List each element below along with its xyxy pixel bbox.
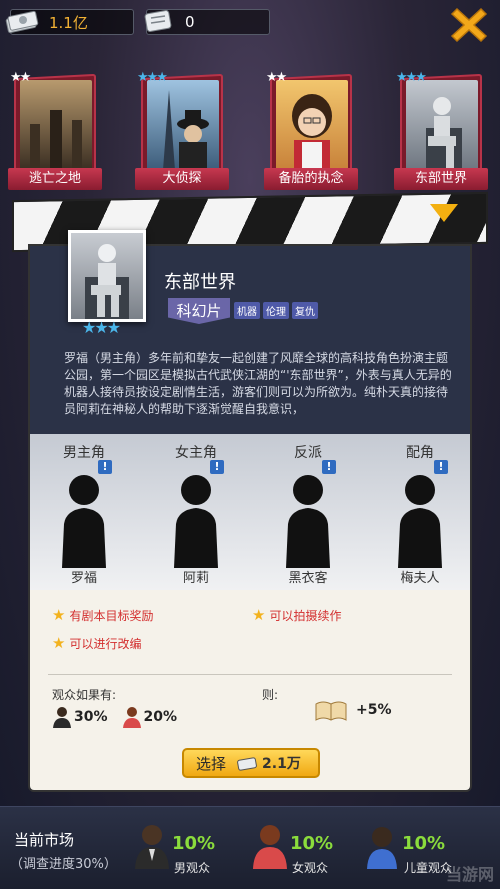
money-stack-icon (5, 10, 39, 34)
segment-label: 儿童观众 (404, 861, 453, 875)
film-card-4[interactable]: ★★★ 东部世界 (392, 66, 490, 194)
silhouette-icon (62, 475, 106, 568)
star-icon: ★ (52, 606, 66, 624)
market-title: 当前市场 (14, 831, 75, 849)
silhouette-icon (398, 475, 442, 568)
selected-film-stars: ★★★ (82, 318, 121, 337)
role-label: 男主角 (63, 445, 105, 461)
role-character-name: 阿莉 (182, 571, 209, 586)
select-button[interactable]: 选择 2.1万 (182, 748, 320, 778)
segment-label: 男观众 (174, 861, 211, 875)
role-label: 反派 (294, 445, 322, 461)
top-bar: 1.1亿 0 (0, 0, 500, 46)
role-slot-villain[interactable]: 反派 ! 黑衣客 (258, 434, 358, 590)
role-slot-lead-male[interactable]: 男主角 ! 罗福 (34, 434, 134, 590)
silhouette-icon (286, 475, 330, 568)
reward-bonus: +5% (314, 698, 392, 722)
role-label: 女主角 (175, 445, 217, 461)
film-card-1[interactable]: ★★ 逃亡之地 (6, 66, 104, 194)
card-stars: ★★ (266, 70, 287, 85)
watermark: 当游网 (445, 865, 494, 884)
segment-percent: 10% (402, 833, 446, 854)
ticket-value: 0 (185, 13, 195, 31)
robot-poster-art (426, 97, 462, 170)
money-value: 1.1亿 (49, 13, 88, 32)
role-slot-supporting[interactable]: 配角 ! 梅夫人 (370, 434, 470, 590)
silhouette-icon (174, 475, 218, 568)
film-card-title: 逃亡之地 (8, 168, 102, 190)
film-card-title: 大侦探 (135, 168, 229, 190)
market-progress: （调查进度30%） (10, 857, 117, 872)
bonus-text: 有剧本目标奖励 (69, 608, 154, 623)
male-audience-icon (135, 825, 169, 869)
segment-label: 女观众 (292, 861, 329, 875)
audience-requirement: 30% 20% (52, 706, 177, 728)
select-label: 选择 (196, 754, 227, 773)
open-book-icon (315, 701, 347, 721)
market-segment-children: 10% 儿童观众 (362, 821, 452, 875)
detective-poster-art (163, 90, 209, 170)
role-character-name: 梅夫人 (400, 571, 440, 586)
divider (48, 674, 452, 675)
segment-percent: 10% (290, 833, 334, 854)
role-label: 配角 (406, 445, 434, 461)
bonus-sequel: ★ 可以拍摄续作 (252, 606, 341, 624)
tag: 机器 (234, 302, 260, 319)
film-card-row: ★★ 逃亡之地 ★★★ 大侦探 ★★ 备胎的执念 ★★★ 东部世界 (0, 66, 500, 196)
ticket-counter: 0 (144, 9, 270, 35)
bonus-adaptation: ★ 可以进行改编 (52, 634, 141, 652)
tag-list: 机器 伦理 复仇 (234, 302, 318, 319)
film-card-title: 备胎的执念 (264, 168, 358, 190)
role-slot-lead-female[interactable]: 女主角 ! 阿莉 (146, 434, 246, 590)
film-card-2[interactable]: ★★★ 大侦探 (133, 66, 231, 194)
selected-film-poster (68, 230, 146, 322)
market-bar: 当前市场 （调查进度30%） 10% 男观众 10% 女观众 10% 儿童观众 … (0, 806, 500, 889)
film-description: 罗福（男主角）多年前和挚友一起创建了风靡全球的高科技角色扮演主题公园，第一个园区… (64, 351, 452, 416)
star-icon: ★ (252, 606, 266, 624)
bonus-text: 可以进行改编 (69, 636, 142, 651)
bonus-text: 可以拍摄续作 (269, 608, 342, 623)
selected-arrow-icon (430, 204, 458, 222)
male-audience-icon (53, 707, 71, 728)
tag: 伦理 (263, 302, 289, 319)
robot-poster-art (85, 244, 129, 319)
money-counter: 1.1亿 (5, 9, 134, 35)
tag: 复仇 (292, 302, 318, 319)
female-audience-icon (122, 707, 141, 728)
card-stars: ★★★ (137, 70, 168, 85)
market-segment-male: 10% 男观众 (132, 821, 216, 875)
scroll-ticket-icon (144, 10, 172, 32)
film-card-title: 东部世界 (394, 168, 488, 190)
market-segment-female: 10% 女观众 (250, 821, 334, 875)
cast-section: 男主角 ! 罗福 女主角 ! 阿莉 反派 ! 黑衣客 配角 ! 梅夫人 (30, 434, 470, 590)
segment-percent: 10% (172, 833, 216, 854)
close-icon[interactable] (450, 6, 488, 44)
star-icon: ★ (52, 634, 66, 652)
bonus-percent: +5% (356, 702, 392, 718)
film-poster (276, 80, 348, 170)
film-title: 东部世界 (164, 272, 236, 293)
card-stars: ★★ (10, 70, 31, 85)
film-poster (406, 80, 478, 170)
audience-condition-label: 观众如果有: (52, 688, 117, 702)
poster-image (71, 233, 143, 319)
film-poster (20, 80, 92, 170)
female-audience-icon (253, 825, 287, 869)
money-stack-icon (237, 757, 257, 771)
ruins-poster-art (30, 110, 82, 170)
bonus-script-goal: ★ 有剧本目标奖励 (52, 606, 153, 624)
male-percent: 30% (74, 709, 108, 725)
then-label: 则: (262, 688, 279, 702)
woman-poster-art (292, 94, 332, 170)
child-audience-icon (367, 827, 397, 869)
film-poster (147, 80, 219, 170)
female-percent: 20% (143, 709, 178, 725)
film-card-3[interactable]: ★★ 备胎的执念 (262, 66, 360, 194)
select-cost: 2.1万 (262, 756, 301, 772)
card-stars: ★★★ (396, 70, 427, 85)
bonus-list: ★ 有剧本目标奖励 ★ 可以拍摄续作 ★ 可以进行改编 (30, 602, 470, 662)
role-character-name: 罗福 (70, 571, 97, 586)
role-character-name: 黑衣客 (288, 571, 328, 586)
